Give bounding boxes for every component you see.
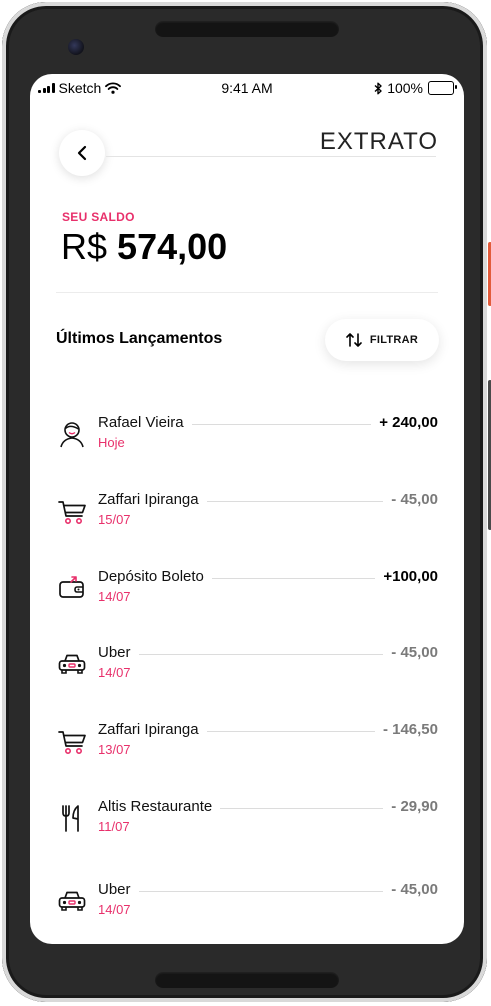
transaction-date: 14/07 — [98, 902, 131, 917]
wallet-icon — [59, 576, 84, 598]
transaction-row[interactable]: Uber 14/07 - 45,00 — [30, 881, 464, 927]
shopping-cart-icon — [58, 501, 86, 524]
transaction-date: 14/07 — [98, 589, 131, 604]
shopping-cart-icon — [58, 731, 86, 754]
transaction-amount: - 146,50 — [374, 721, 438, 738]
balance-currency: R$ — [61, 226, 108, 267]
section-title: Últimos Lançamentos — [56, 330, 223, 347]
transaction-name: Zaffari Ipiranga — [98, 491, 207, 508]
balance-value: R$ 574,00 — [61, 226, 227, 268]
transaction-name: Uber — [98, 644, 139, 661]
transaction-date: Hoje — [98, 435, 125, 450]
fork-knife-icon — [62, 805, 79, 832]
transaction-name: Rafael Vieira — [98, 414, 192, 431]
section-divider — [56, 292, 438, 293]
status-bar: Sketch 9:41 AM 100% — [30, 74, 464, 102]
transaction-amount: + 240,00 — [371, 414, 438, 431]
phone-frame: Sketch 9:41 AM 100% EXTRATO SEU SALDO R$… — [2, 2, 491, 1002]
car-icon — [58, 654, 86, 674]
transaction-row[interactable]: Uber 14/07 - 45,00 — [30, 644, 464, 690]
transaction-date: 14/07 — [98, 665, 131, 680]
transaction-amount: - 29,90 — [383, 798, 438, 815]
page-title: EXTRATO — [319, 128, 438, 155]
transaction-date: 15/07 — [98, 512, 131, 527]
balance-amount: 574,00 — [117, 226, 228, 267]
person-icon — [60, 422, 84, 448]
transaction-name: Altis Restaurante — [98, 798, 221, 815]
filter-label: FILTRAR — [369, 334, 419, 346]
header-divider — [106, 156, 436, 157]
transaction-name: Depósito Boleto — [98, 568, 212, 585]
transaction-amount: +100,00 — [375, 568, 438, 585]
transaction-row[interactable]: Altis Restaurante 11/07 - 29,90 — [30, 798, 464, 844]
transaction-amount: - 45,00 — [383, 881, 438, 898]
bluetooth-icon — [374, 82, 382, 94]
transaction-row[interactable]: Depósito Boleto 14/07 +100,00 — [30, 568, 464, 614]
filter-button[interactable]: FILTRAR — [325, 319, 439, 361]
battery-icon — [428, 81, 457, 95]
balance-label: SEU SALDO — [62, 210, 135, 224]
back-button[interactable] — [59, 130, 105, 176]
earpiece-speaker — [155, 21, 339, 37]
sort-arrows-icon — [346, 333, 362, 347]
transaction-date: 11/07 — [98, 819, 130, 834]
chevron-left-icon — [77, 145, 87, 161]
transaction-name: Zaffari Ipiranga — [98, 721, 207, 738]
front-camera — [68, 39, 84, 55]
transaction-row[interactable]: Zaffari Ipiranga 13/07 - 146,50 — [30, 721, 464, 767]
bottom-speaker — [155, 972, 339, 988]
car-icon — [58, 891, 86, 911]
transaction-date: 13/07 — [98, 742, 131, 757]
transaction-amount: - 45,00 — [383, 644, 438, 661]
battery-percent: 100% — [387, 80, 423, 96]
transaction-row[interactable]: Zaffari Ipiranga 15/07 - 45,00 — [30, 491, 464, 537]
transaction-row[interactable]: Rafael Vieira Hoje + 240,00 — [30, 414, 464, 460]
transaction-name: Uber — [98, 881, 139, 898]
transaction-amount: - 45,00 — [383, 491, 438, 508]
app-screen: Sketch 9:41 AM 100% EXTRATO SEU SALDO R$… — [30, 74, 464, 944]
